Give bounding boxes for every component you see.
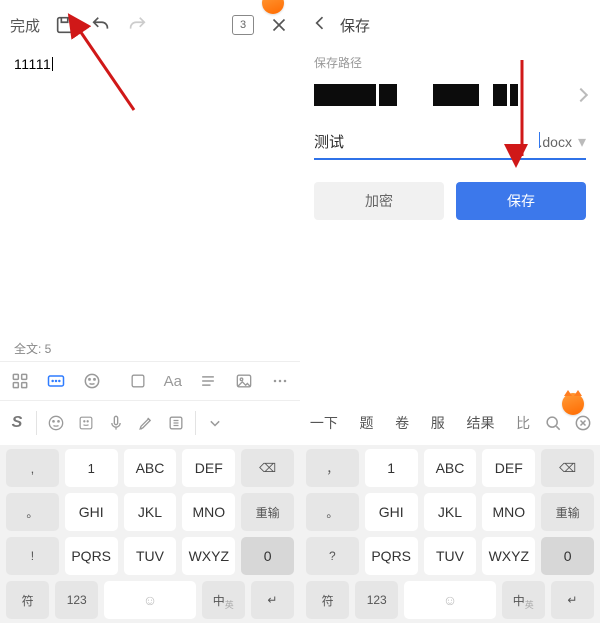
save-icon[interactable] (54, 14, 76, 36)
candidate-6[interactable]: 比 (516, 413, 530, 433)
candidate-search-icon[interactable] (542, 412, 564, 434)
candidate-words: 一下 题 卷 服 结果 比 (306, 413, 534, 433)
key-zero-r[interactable]: 0 (541, 537, 594, 575)
key-comma-r[interactable]: ， (306, 449, 359, 487)
key-ghi[interactable]: GHI (65, 493, 118, 531)
encrypt-button[interactable]: 加密 (314, 182, 444, 220)
key-def-r[interactable]: DEF (482, 449, 535, 487)
key-1[interactable]: 1 (65, 449, 118, 487)
emoji-tab-icon[interactable] (82, 371, 102, 391)
fox-icon[interactable] (262, 0, 284, 14)
key-zero[interactable]: 0 (241, 537, 294, 575)
candidate-5[interactable]: 结果 (466, 413, 494, 433)
key-wxyz-r[interactable]: WXYZ (482, 537, 535, 575)
candidate-1[interactable]: 一下 (310, 413, 338, 433)
format-toolbar: Aa (0, 361, 300, 401)
key-backspace-r[interactable]: ⌫ (541, 449, 594, 487)
back-icon[interactable] (310, 13, 330, 38)
key-mno[interactable]: MNO (182, 493, 235, 531)
key-enter-r[interactable]: ↵ (551, 581, 594, 619)
key-excl[interactable]: ! (6, 537, 59, 575)
right-pane: 保存 保存路径 测试 .docx ▾ 加密 保存 一下 题 卷 服 (300, 0, 600, 623)
editor-topbar: 完成 3 (0, 0, 300, 50)
redo-icon[interactable] (126, 14, 148, 36)
key-tuv-r[interactable]: TUV (424, 537, 477, 575)
button-row: 加密 保存 (314, 182, 586, 220)
extension-label: .docx (539, 134, 572, 150)
sogou-logo-icon[interactable]: S (6, 412, 28, 434)
key-period[interactable]: 。 (6, 493, 59, 531)
save-button[interactable]: 保存 (456, 182, 586, 220)
page-count-badge[interactable]: 3 (232, 15, 254, 35)
key-lang-r[interactable]: 中英 (502, 581, 545, 619)
filename-row: 测试 .docx ▾ (314, 131, 586, 160)
key-symbol-r[interactable]: 符 (306, 581, 349, 619)
image-icon[interactable] (234, 371, 254, 391)
key-1-r[interactable]: 1 (365, 449, 418, 487)
key-123-r[interactable]: 123 (355, 581, 398, 619)
key-comma[interactable]: , (6, 449, 59, 487)
key-abc[interactable]: ABC (124, 449, 177, 487)
handwrite-icon[interactable] (135, 412, 157, 434)
close-icon[interactable] (268, 14, 290, 36)
font-icon[interactable]: Aa (164, 373, 182, 390)
settings-icon[interactable] (165, 412, 187, 434)
collapse-keyboard-icon[interactable] (204, 412, 226, 434)
key-ghi-r[interactable]: GHI (365, 493, 418, 531)
more-icon[interactable] (270, 371, 290, 391)
canvas-icon[interactable] (128, 371, 148, 391)
key-lang[interactable]: 中英 (202, 581, 245, 619)
undo-icon[interactable] (90, 14, 112, 36)
key-space[interactable]: ☺ (104, 581, 195, 619)
filename-input[interactable]: 测试 (314, 131, 539, 152)
paragraph-icon[interactable] (198, 371, 218, 391)
path-redacted (314, 83, 518, 107)
ime-bar-left: S (0, 401, 300, 445)
key-qmark-r[interactable]: ? (306, 537, 359, 575)
keyboard-left: , 1 ABC DEF ⌫ 。 GHI JKL MNO 重输 ! PQRS TU… (0, 445, 300, 623)
key-123[interactable]: 123 (55, 581, 98, 619)
apps-icon[interactable] (10, 371, 30, 391)
key-symbol[interactable]: 符 (6, 581, 49, 619)
key-reinput[interactable]: 重输 (241, 493, 294, 531)
keyboard-right: ， 1 ABC DEF ⌫ 。 GHI JKL MNO 重输 ? PQRS TU… (300, 445, 600, 623)
key-jkl-r[interactable]: JKL (424, 493, 477, 531)
document-text: 11111 (14, 56, 51, 72)
key-jkl[interactable]: JKL (124, 493, 177, 531)
document-area[interactable]: 1 11111 (0, 50, 300, 336)
key-enter[interactable]: ↵ (251, 581, 294, 619)
key-period-r[interactable]: 。 (306, 493, 359, 531)
candidate-2[interactable]: 题 (359, 413, 373, 433)
word-count: 全文: 5 (0, 336, 300, 361)
ime-bar-right: 一下 题 卷 服 结果 比 (300, 401, 600, 445)
key-pqrs[interactable]: PQRS (65, 537, 118, 575)
mic-icon[interactable] (105, 412, 127, 434)
key-wxyz[interactable]: WXYZ (182, 537, 235, 575)
candidate-close-icon[interactable] (572, 412, 594, 434)
key-space-r[interactable]: ☺ (404, 581, 495, 619)
done-button[interactable]: 完成 (10, 15, 40, 36)
save-title: 保存 (340, 15, 370, 36)
fox-icon-right[interactable] (562, 393, 584, 415)
key-abc-r[interactable]: ABC (424, 449, 477, 487)
key-reinput-r[interactable]: 重输 (541, 493, 594, 531)
sticker-icon[interactable] (75, 412, 97, 434)
key-backspace[interactable]: ⌫ (241, 449, 294, 487)
path-label: 保存路径 (300, 50, 600, 75)
key-tuv[interactable]: TUV (124, 537, 177, 575)
key-def[interactable]: DEF (182, 449, 235, 487)
key-mno-r[interactable]: MNO (482, 493, 535, 531)
candidate-3[interactable]: 卷 (395, 413, 409, 433)
key-pqrs-r[interactable]: PQRS (365, 537, 418, 575)
emoji-icon[interactable] (45, 412, 67, 434)
path-row[interactable] (300, 75, 600, 115)
extension-dropdown-icon[interactable]: ▾ (578, 132, 586, 152)
left-pane: 完成 3 1 11111 全文: 5 (0, 0, 300, 623)
save-header: 保存 (300, 0, 600, 50)
candidate-4[interactable]: 服 (431, 413, 445, 433)
keyboard-tab-icon[interactable] (46, 371, 66, 391)
